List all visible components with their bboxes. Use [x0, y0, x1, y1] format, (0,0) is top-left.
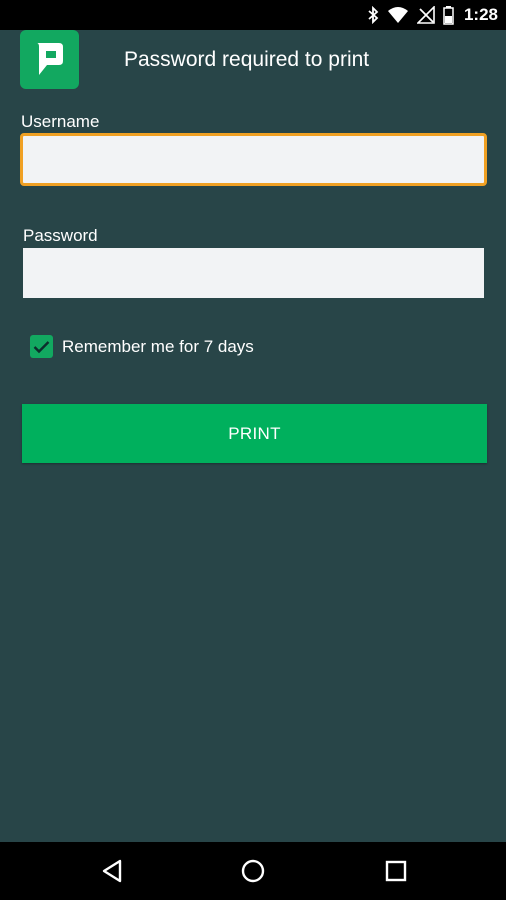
navigation-bar [0, 842, 506, 900]
username-label: Username [21, 112, 100, 131]
print-button[interactable]: PRINT [22, 404, 487, 463]
status-icons: 1:28 [367, 0, 498, 30]
remember-me-checkbox[interactable] [30, 335, 53, 358]
page-title: Password required to print [124, 48, 370, 71]
papercut-logo-icon [20, 30, 79, 89]
back-icon[interactable] [99, 858, 125, 884]
bluetooth-icon [367, 6, 379, 24]
print-auth-screen: Password required to print Username Pass… [0, 30, 506, 842]
recent-apps-icon[interactable] [383, 858, 409, 884]
status-bar: 1:28 [0, 0, 506, 30]
status-clock: 1:28 [463, 5, 498, 24]
battery-icon [443, 5, 454, 25]
remember-me-label[interactable]: Remember me for 7 days [62, 337, 254, 357]
password-field[interactable] [23, 248, 484, 298]
home-icon[interactable] [240, 858, 266, 884]
password-label: Password [23, 226, 98, 245]
checkmark-icon [33, 340, 50, 353]
wifi-icon [387, 6, 409, 24]
username-field[interactable] [20, 133, 487, 186]
no-signal-icon [416, 6, 435, 24]
